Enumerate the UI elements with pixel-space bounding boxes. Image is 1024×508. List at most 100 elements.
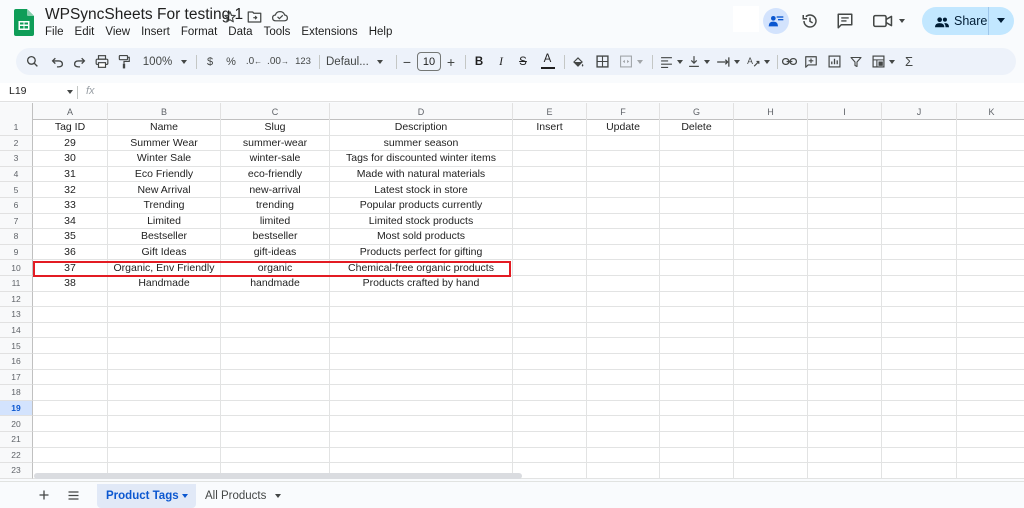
cell-k18[interactable]: [957, 385, 1024, 401]
cell-f12[interactable]: [587, 291, 660, 308]
cell-c18[interactable]: [221, 385, 330, 401]
cell-c10[interactable]: organic: [221, 260, 330, 276]
cell-k7[interactable]: [957, 214, 1024, 230]
cell-f8[interactable]: [587, 229, 660, 245]
cell-g13[interactable]: [660, 307, 734, 323]
cell-g14[interactable]: [660, 322, 734, 339]
cell-j19[interactable]: [882, 400, 957, 417]
cell-g2[interactable]: [660, 135, 734, 152]
row-header-22[interactable]: 22: [0, 447, 33, 464]
text-rotation-icon[interactable]: A: [743, 48, 773, 75]
cell-b12[interactable]: [108, 291, 221, 308]
cell-e16[interactable]: [513, 354, 587, 370]
cell-c2[interactable]: summer-wear: [221, 135, 330, 152]
cell-k3[interactable]: [957, 151, 1024, 167]
cell-b8[interactable]: Bestseller: [108, 229, 221, 245]
cell-f22[interactable]: [587, 447, 660, 464]
row-header-13[interactable]: 13: [0, 307, 33, 323]
cell-e6[interactable]: [513, 198, 587, 214]
cell-c20[interactable]: [221, 416, 330, 432]
cell-k13[interactable]: [957, 307, 1024, 323]
menu-format[interactable]: Format: [181, 26, 217, 38]
cell-d21[interactable]: [330, 432, 513, 448]
cell-e4[interactable]: [513, 166, 587, 183]
cell-k21[interactable]: [957, 432, 1024, 448]
sheet-tab-product-tags[interactable]: Product Tags: [97, 484, 196, 508]
cell-h20[interactable]: [734, 416, 808, 432]
cell-c22[interactable]: [221, 447, 330, 464]
row-header-9[interactable]: 9: [0, 244, 33, 261]
cell-d12[interactable]: [330, 291, 513, 308]
column-header-f[interactable]: F: [587, 103, 660, 120]
cell-j9[interactable]: [882, 244, 957, 261]
row-header-21[interactable]: 21: [0, 432, 33, 448]
sheets-logo-icon[interactable]: [14, 9, 34, 36]
cell-h14[interactable]: [734, 322, 808, 339]
cell-a21[interactable]: [33, 432, 108, 448]
cell-i8[interactable]: [808, 229, 882, 245]
all-sheets-menu-icon[interactable]: [65, 487, 81, 503]
cell-c17[interactable]: [221, 369, 330, 386]
text-color-button[interactable]: A: [539, 48, 556, 75]
cell-i15[interactable]: [808, 338, 882, 354]
cell-i7[interactable]: [808, 213, 882, 230]
cell-j16[interactable]: [882, 354, 957, 370]
cell-k6[interactable]: [957, 198, 1024, 214]
spreadsheet-grid[interactable]: ABCDEFGHIJK Tag ID Name Slug Description Ins…: [0, 103, 1024, 479]
cell-d7[interactable]: Limited stock products: [330, 213, 513, 230]
menu-file[interactable]: File: [45, 26, 64, 38]
cell-j2[interactable]: [882, 135, 957, 152]
cell-b15[interactable]: [108, 338, 221, 354]
cell-k11[interactable]: [957, 276, 1024, 292]
cell-g23[interactable]: [660, 463, 734, 479]
row-header-11[interactable]: 11: [0, 276, 33, 292]
cell-g18[interactable]: [660, 385, 734, 401]
cell-h13[interactable]: [734, 307, 808, 323]
row-header-23[interactable]: 23: [0, 463, 33, 479]
cell-j8[interactable]: [882, 229, 957, 245]
decrease-decimal-button[interactable]: .0 ←: [244, 48, 264, 75]
insert-chart-icon[interactable]: [825, 48, 843, 75]
cell-f14[interactable]: [587, 322, 660, 339]
cell-d10[interactable]: Chemical-free organic products: [330, 260, 513, 276]
cell-a2[interactable]: 29: [33, 135, 108, 152]
cell-j5[interactable]: [882, 182, 957, 198]
present-to-all-icon[interactable]: [763, 8, 789, 34]
cell-h4[interactable]: [734, 166, 808, 183]
cell-h2[interactable]: [734, 135, 808, 152]
cell-f20[interactable]: [587, 416, 660, 432]
cell-j3[interactable]: [882, 151, 957, 167]
column-header-b[interactable]: B: [108, 103, 221, 120]
cell-h23[interactable]: [734, 463, 808, 479]
cell-e1[interactable]: Insert: [513, 120, 587, 136]
cell-k14[interactable]: [957, 323, 1024, 339]
horizontal-scrollbar[interactable]: [34, 473, 522, 479]
cell-i19[interactable]: [808, 400, 882, 417]
row-header-17[interactable]: 17: [0, 369, 33, 386]
cell-d5[interactable]: Latest stock in store: [330, 182, 513, 198]
cell-g7[interactable]: [660, 213, 734, 230]
cell-h1[interactable]: [734, 120, 808, 136]
redo-icon[interactable]: [70, 48, 88, 75]
column-header-e[interactable]: E: [513, 103, 587, 120]
bold-button[interactable]: B: [472, 48, 486, 75]
cell-e18[interactable]: [513, 385, 587, 401]
row-header-7[interactable]: 7: [0, 213, 33, 230]
cell-f21[interactable]: [587, 432, 660, 448]
cell-h5[interactable]: [734, 182, 808, 198]
cell-j4[interactable]: [882, 166, 957, 183]
search-menus-icon[interactable]: [23, 48, 41, 75]
cell-h7[interactable]: [734, 213, 808, 230]
cell-b13[interactable]: [108, 307, 221, 323]
cell-c3[interactable]: winter-sale: [221, 151, 330, 167]
cell-g5[interactable]: [660, 182, 734, 198]
menu-view[interactable]: View: [105, 26, 130, 38]
cell-g21[interactable]: [660, 432, 734, 448]
menu-help[interactable]: Help: [369, 26, 393, 38]
cell-c1[interactable]: Slug: [221, 120, 330, 136]
cell-d22[interactable]: [330, 447, 513, 464]
sheet-tab-caret-icon[interactable]: [275, 494, 281, 498]
comments-icon[interactable]: [833, 9, 857, 33]
cell-f17[interactable]: [587, 369, 660, 386]
menu-tools[interactable]: Tools: [264, 26, 291, 38]
